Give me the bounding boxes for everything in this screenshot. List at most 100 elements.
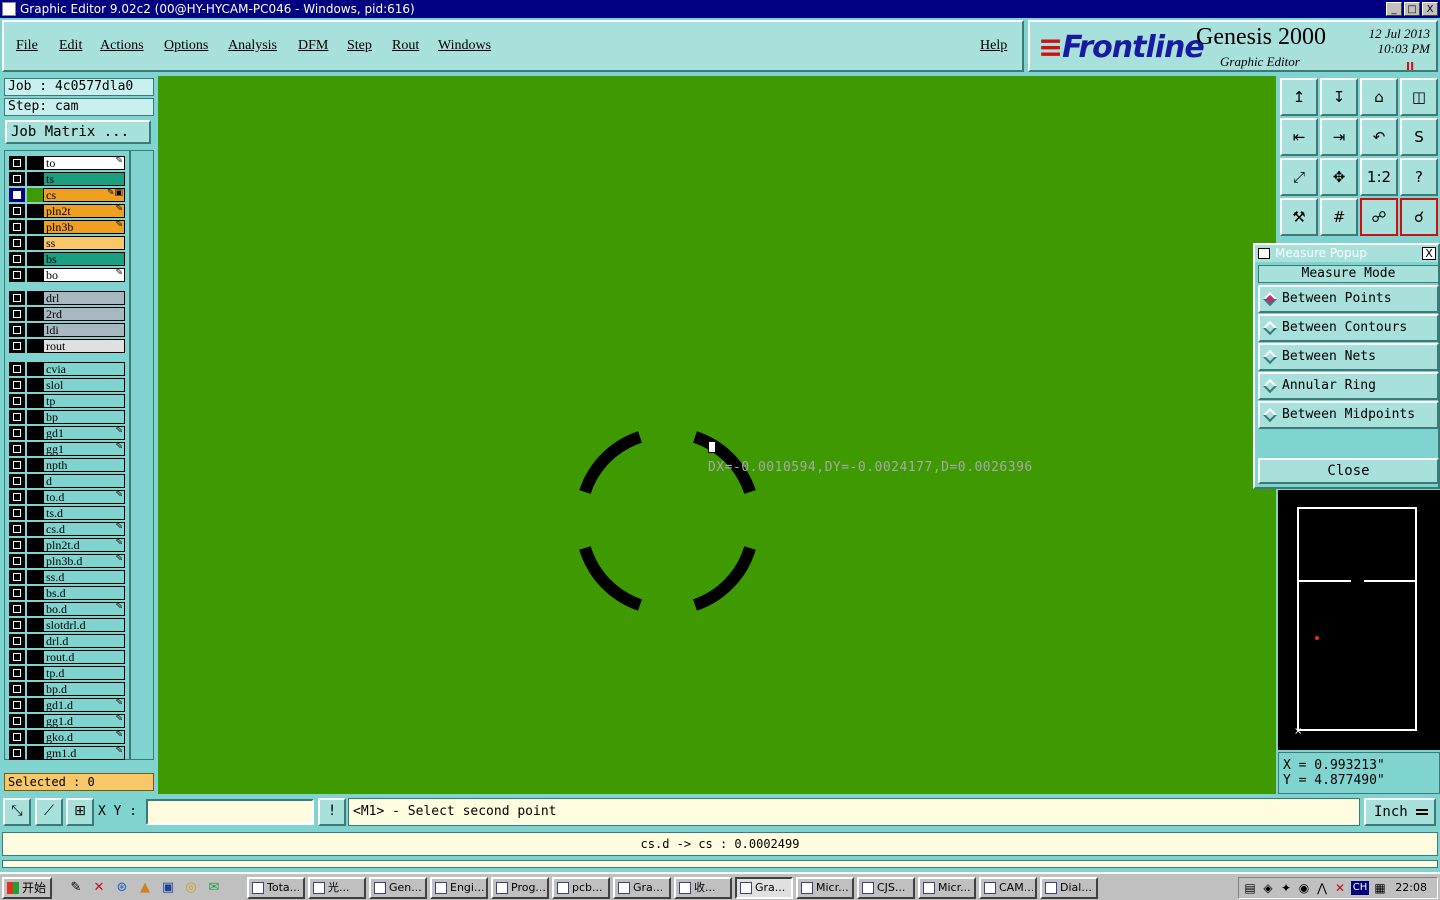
pan-right-tool[interactable]: ⇥: [1320, 118, 1358, 156]
layer-row-pln2t[interactable]: pln2t ✎: [9, 204, 125, 218]
layer-row-gg1-d[interactable]: gg1.d ✎: [9, 714, 125, 728]
layer-row-cvia[interactable]: cvia: [9, 362, 125, 376]
layer-name[interactable]: pln3b.d: [43, 554, 125, 568]
menu-analysis[interactable]: Analysis: [228, 38, 277, 54]
layer-row-gm1-d[interactable]: gm1.d ✎: [9, 746, 125, 760]
layer-name[interactable]: ss: [43, 236, 125, 250]
layer-name[interactable]: bo: [43, 268, 125, 282]
layer-checkbox[interactable]: [9, 394, 25, 408]
menu-rout[interactable]: Rout: [392, 38, 419, 54]
layer-row-to[interactable]: to ✎: [9, 156, 125, 170]
layer-checkbox[interactable]: [9, 746, 25, 760]
language-indicator[interactable]: CH: [1351, 881, 1369, 895]
taskbar-item[interactable]: 收...: [674, 877, 732, 899]
open-step-tool[interactable]: ↥: [1280, 78, 1318, 116]
grid-tool[interactable]: #: [1320, 198, 1358, 236]
layer-row-tp-d[interactable]: tp.d: [9, 666, 125, 680]
taskbar-item[interactable]: Prog...: [491, 877, 549, 899]
layer-checkbox[interactable]: [9, 714, 25, 728]
job-matrix-button[interactable]: Job Matrix ...: [5, 120, 151, 144]
tray-app-icon[interactable]: ✦: [1279, 881, 1293, 895]
zoom-area-button[interactable]: ⤡: [3, 798, 31, 826]
measure-tool[interactable]: ⚒: [1280, 198, 1318, 236]
layer-name[interactable]: pln2t.d: [43, 538, 125, 552]
window-tool[interactable]: ◫: [1400, 78, 1438, 116]
layer-name[interactable]: rout: [43, 339, 125, 353]
layer-name[interactable]: bs: [43, 252, 125, 266]
layer-name[interactable]: slotdrl.d: [43, 618, 125, 632]
layer-name[interactable]: gd1.d: [43, 698, 125, 712]
layer-name[interactable]: drl.d: [43, 634, 125, 648]
zoom-home-tool[interactable]: ✥: [1320, 158, 1358, 196]
layer-row-gd1-d[interactable]: gd1.d ✎: [9, 698, 125, 712]
layer-row-rout-d[interactable]: rout.d: [9, 650, 125, 664]
taskbar-item[interactable]: Gen...: [369, 877, 427, 899]
layer-name[interactable]: pln3b: [43, 220, 125, 234]
layer-name[interactable]: gg1: [43, 442, 125, 456]
graphic-canvas[interactable]: DX=-0.0010594,DY=-0.0024177,D=0.0026396: [158, 76, 1276, 794]
netlist-tool[interactable]: ☍: [1360, 198, 1398, 236]
layer-row-tp[interactable]: tp: [9, 394, 125, 408]
layer-checkbox[interactable]: [9, 307, 25, 321]
undo-tool[interactable]: ↶: [1360, 118, 1398, 156]
layer-checkbox[interactable]: [9, 458, 25, 472]
layer-checkbox[interactable]: [9, 730, 25, 744]
taskbar-item[interactable]: Dial...: [1040, 877, 1098, 899]
layer-checkbox[interactable]: [9, 378, 25, 392]
layer-name[interactable]: ss.d: [43, 570, 125, 584]
layer-name[interactable]: bs.d: [43, 586, 125, 600]
layer-name[interactable]: tp: [43, 394, 125, 408]
layer-row-2rd[interactable]: 2rd: [9, 307, 125, 321]
layer-row-pln3b[interactable]: pln3b ✎: [9, 220, 125, 234]
close-window-button[interactable]: X: [1422, 2, 1438, 16]
layer-name[interactable]: cvia: [43, 362, 125, 376]
menu-options[interactable]: Options: [164, 38, 208, 54]
layer-checkbox[interactable]: [9, 650, 25, 664]
layer-name[interactable]: bp.d: [43, 682, 125, 696]
xy-input[interactable]: [146, 799, 314, 825]
layer-name[interactable]: bp: [43, 410, 125, 424]
layer-name[interactable]: drl: [43, 291, 125, 305]
layer-checkbox[interactable]: [9, 236, 25, 250]
taskbar-item[interactable]: CJS...: [857, 877, 915, 899]
layer-row-gd1[interactable]: gd1 ✎: [9, 426, 125, 440]
layer-row-drl-d[interactable]: drl.d: [9, 634, 125, 648]
overview-map[interactable]: ×: [1278, 490, 1440, 750]
layer-row-gg1[interactable]: gg1 ✎: [9, 442, 125, 456]
layer-row-npth[interactable]: npth: [9, 458, 125, 472]
menu-actions[interactable]: Actions: [100, 38, 144, 54]
taskbar-item[interactable]: Tota...: [247, 877, 305, 899]
tray-network-icon[interactable]: ▤: [1243, 881, 1257, 895]
layer-checkbox[interactable]: [9, 554, 25, 568]
layer-checkbox[interactable]: [9, 268, 25, 282]
layer-row-bs-d[interactable]: bs.d: [9, 586, 125, 600]
layer-checkbox[interactable]: [9, 666, 25, 680]
layer-checkbox[interactable]: [9, 188, 25, 202]
menu-dfm[interactable]: DFM: [298, 38, 328, 54]
menu-edit[interactable]: Edit: [59, 38, 82, 54]
popup-titlebar[interactable]: Measure Popup X: [1255, 245, 1438, 262]
layer-checkbox[interactable]: [9, 522, 25, 536]
taskbar-item[interactable]: 光...: [308, 877, 366, 899]
layer-checkbox[interactable]: [9, 538, 25, 552]
layer-checkbox[interactable]: [9, 474, 25, 488]
layer-row-bs[interactable]: bs: [9, 252, 125, 266]
save-tool[interactable]: ↧: [1320, 78, 1358, 116]
layer-name[interactable]: gko.d: [43, 730, 125, 744]
layer-row-gko-d[interactable]: gko.d ✎: [9, 730, 125, 744]
layer-checkbox[interactable]: [9, 323, 25, 337]
layer-row-ss[interactable]: ss: [9, 236, 125, 250]
layer-row-bo[interactable]: bo ✎: [9, 268, 125, 282]
quicklaunch-icon[interactable]: ◎: [183, 880, 199, 896]
layer-name[interactable]: 2rd: [43, 307, 125, 321]
maximize-button[interactable]: □: [1404, 2, 1420, 16]
layer-row-pln3b-d[interactable]: pln3b.d ✎: [9, 554, 125, 568]
layer-checkbox[interactable]: [9, 362, 25, 376]
quicklaunch-icon[interactable]: ✕: [91, 880, 107, 896]
pan-left-tool[interactable]: ⇤: [1280, 118, 1318, 156]
window-titlebar[interactable]: Graphic Editor 9.02c2 (00@HY-HYCAM-PC046…: [0, 0, 1440, 18]
layer-row-bp-d[interactable]: bp.d: [9, 682, 125, 696]
layer-name[interactable]: to: [43, 156, 125, 170]
home-tool[interactable]: ⌂: [1360, 78, 1398, 116]
layer-name[interactable]: gg1.d: [43, 714, 125, 728]
